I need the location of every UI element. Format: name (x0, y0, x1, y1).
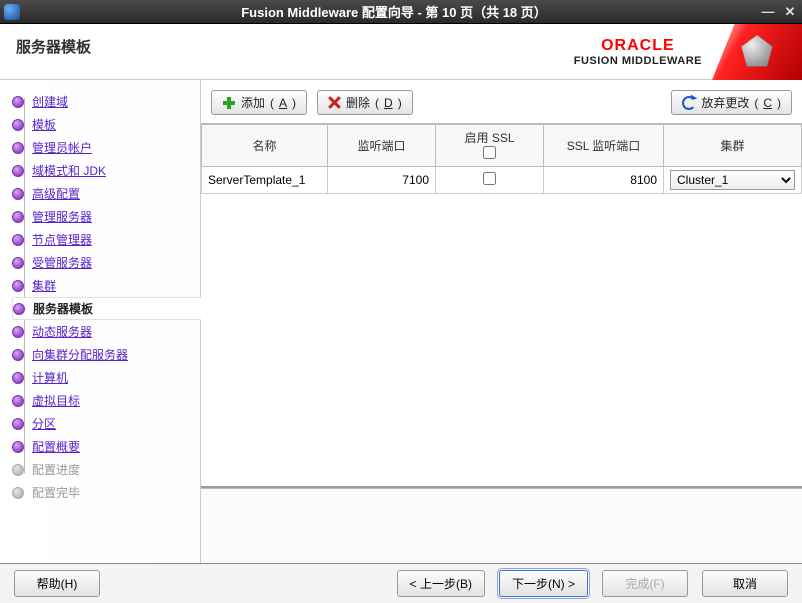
step-bullet-icon (12, 395, 24, 407)
back-button[interactable]: < 上一步(B) (397, 570, 485, 597)
cell-enable-ssl[interactable] (436, 167, 544, 194)
server-template-table: 名称 监听端口 启用 SSL SSL 监听端口 集群 Server (201, 124, 802, 488)
enable-ssl-checkbox[interactable] (483, 172, 496, 185)
next-button[interactable]: 下一步(N) > (499, 570, 588, 597)
enable-ssl-header-checkbox[interactable] (483, 146, 496, 159)
brand-bottom: FUSION MIDDLEWARE (574, 55, 702, 67)
step-config-progress: 配置进度 (12, 458, 194, 481)
step-assign-servers-to-clusters[interactable]: 向集群分配服务器 (12, 343, 194, 366)
step-templates[interactable]: 模板 (12, 113, 194, 136)
step-bullet-icon (12, 234, 24, 246)
col-enable-ssl: 启用 SSL (436, 125, 544, 167)
minimize-icon[interactable]: — (760, 5, 776, 19)
delete-button-label: 删除 (346, 94, 370, 111)
resize-gutter[interactable] (201, 488, 802, 563)
step-domain-mode-jdk[interactable]: 域模式和 JDK (12, 159, 194, 182)
discard-button-label: 放弃更改 (701, 94, 749, 111)
step-config-complete: 配置完毕 (12, 481, 194, 504)
main-panel: 添加(A) 删除(D) 放弃更改(C) 名称 监听端口 (200, 80, 802, 563)
delete-button[interactable]: 删除(D) (317, 90, 413, 115)
page-title: 服务器模板 (16, 32, 91, 57)
step-bullet-icon (12, 142, 24, 154)
cell-name[interactable]: ServerTemplate_1 (202, 167, 328, 194)
col-listen-port: 监听端口 (328, 125, 436, 167)
brand-wedge (712, 24, 802, 80)
x-icon (328, 96, 341, 109)
discard-changes-button[interactable]: 放弃更改(C) (671, 90, 792, 115)
cell-listen-port[interactable]: 7100 (328, 167, 436, 194)
step-virtual-targets[interactable]: 虚拟目标 (12, 389, 194, 412)
step-create-domain[interactable]: 创建域 (12, 90, 194, 113)
add-button[interactable]: 添加(A) (211, 90, 307, 115)
step-node-manager[interactable]: 节点管理器 (12, 228, 194, 251)
toolbar: 添加(A) 删除(D) 放弃更改(C) (201, 80, 802, 124)
step-bullet-icon (12, 464, 24, 476)
window-titlebar: Fusion Middleware 配置向导 - 第 10 页（共 18 页） … (0, 0, 802, 24)
step-clusters[interactable]: 集群 (12, 274, 194, 297)
step-bullet-icon (12, 96, 24, 108)
wizard-footer: 帮助(H) < 上一步(B) 下一步(N) > 完成(F) 取消 (0, 563, 802, 603)
step-server-templates[interactable]: 服务器模板 (12, 297, 201, 320)
brand-top: ORACLE (574, 37, 702, 55)
wizard-steps: 创建域 模板 管理员帐户 域模式和 JDK 高级配置 管理服务器 (0, 80, 200, 563)
step-bullet-icon (12, 119, 24, 131)
app-icon (4, 4, 20, 20)
cell-ssl-listen-port[interactable]: 8100 (544, 167, 664, 194)
step-bullet-icon (12, 165, 24, 177)
step-admin-account[interactable]: 管理员帐户 (12, 136, 194, 159)
window-title: Fusion Middleware 配置向导 - 第 10 页（共 18 页） (28, 2, 760, 21)
cancel-button[interactable]: 取消 (702, 570, 788, 597)
step-bullet-icon (12, 211, 24, 223)
col-name: 名称 (202, 125, 328, 167)
help-button[interactable]: 帮助(H) (14, 570, 100, 597)
cell-cluster[interactable]: Cluster_1 (664, 167, 802, 194)
step-bullet-icon (12, 441, 24, 453)
step-managed-servers[interactable]: 受管服务器 (12, 251, 194, 274)
plus-icon (222, 96, 236, 110)
table-row[interactable]: ServerTemplate_1 7100 8100 Cluster_1 (202, 167, 802, 194)
step-bullet-icon (13, 303, 25, 315)
table-header-row: 名称 监听端口 启用 SSL SSL 监听端口 集群 (202, 125, 802, 167)
wizard-header: 服务器模板 ORACLE FUSION MIDDLEWARE (0, 24, 802, 80)
undo-icon (682, 96, 696, 110)
step-dynamic-servers[interactable]: 动态服务器 (12, 320, 194, 343)
step-bullet-icon (12, 257, 24, 269)
close-icon[interactable]: ✕ (782, 5, 798, 19)
cluster-select[interactable]: Cluster_1 (670, 170, 795, 190)
step-partitions[interactable]: 分区 (12, 412, 194, 435)
step-bullet-icon (12, 326, 24, 338)
add-button-label: 添加 (241, 94, 265, 111)
step-bullet-icon (12, 487, 24, 499)
step-bullet-icon (12, 418, 24, 430)
step-bullet-icon (12, 188, 24, 200)
col-cluster: 集群 (664, 125, 802, 167)
step-config-summary[interactable]: 配置概要 (12, 435, 194, 458)
brand-logo: ORACLE FUSION MIDDLEWARE (574, 24, 802, 80)
col-ssl-listen-port: SSL 监听端口 (544, 125, 664, 167)
finish-button: 完成(F) (602, 570, 688, 597)
brand-gem-icon (739, 34, 775, 70)
step-advanced-config[interactable]: 高级配置 (12, 182, 194, 205)
step-machines[interactable]: 计算机 (12, 366, 194, 389)
step-admin-server[interactable]: 管理服务器 (12, 205, 194, 228)
step-bullet-icon (12, 280, 24, 292)
step-bullet-icon (12, 372, 24, 384)
step-bullet-icon (12, 349, 24, 361)
